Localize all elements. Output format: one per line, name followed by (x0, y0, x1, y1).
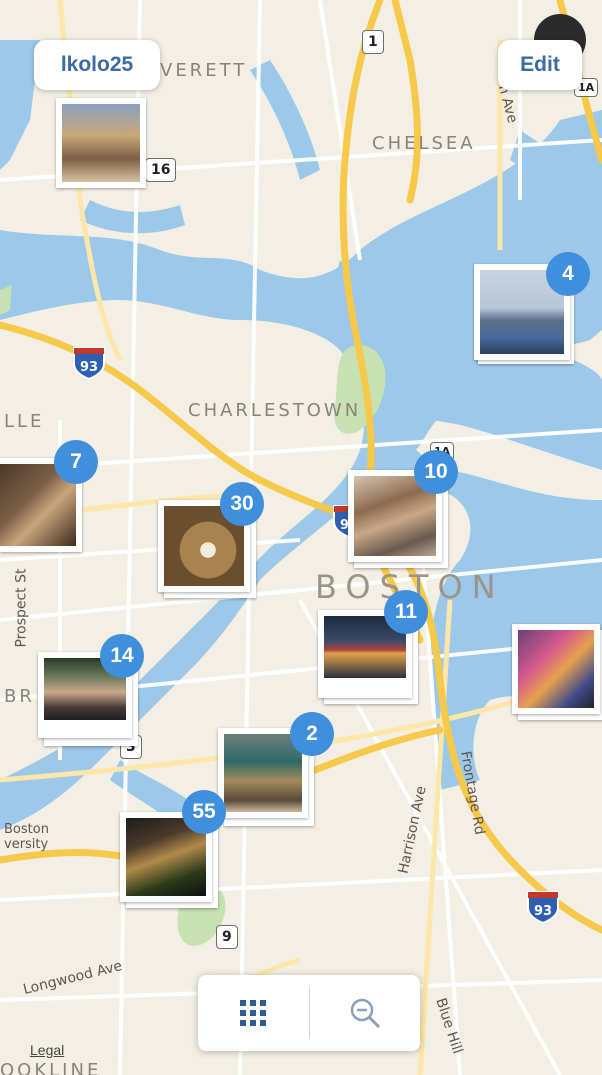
photo-cluster[interactable]: 14 (38, 630, 158, 750)
map-view[interactable]: VERETT CHELSEA CHARLESTOWN BOSTON LLE BR… (0, 0, 602, 1075)
route-1-shield: 1 (362, 30, 384, 54)
zoom-out-icon (350, 998, 381, 1029)
place-label-charlestown: CHARLESTOWN (188, 400, 362, 421)
cluster-count-badge: 14 (100, 634, 144, 678)
photo-cluster[interactable]: 4 (474, 252, 590, 370)
cluster-count-badge: 4 (546, 252, 590, 296)
photo-thumbnail (62, 104, 140, 182)
legal-link[interactable]: Legal (30, 1042, 64, 1058)
interstate-93-shield-bottom-icon: 93 (526, 890, 560, 925)
place-label-everett: VERETT (160, 60, 248, 81)
photo-cluster[interactable] (512, 606, 602, 726)
place-label-somerville-partial: LLE (4, 411, 45, 432)
cluster-count-badge: 30 (220, 482, 264, 526)
photo-cluster[interactable]: 11 (318, 590, 438, 710)
photo-cluster[interactable]: 7 (0, 440, 100, 560)
place-label-brookline-bottom: OOKLINE (0, 1060, 102, 1075)
place-label-brookline-partial: BR (4, 686, 35, 707)
place-label-chelsea: CHELSEA (372, 133, 476, 154)
photo-cluster[interactable] (56, 98, 148, 190)
zoom-out-button[interactable] (310, 975, 420, 1051)
photo-thumbnail (518, 630, 594, 708)
user-button[interactable]: lkolo25 (34, 40, 160, 90)
edit-button[interactable]: Edit (498, 40, 582, 90)
map-toolbar (198, 975, 420, 1051)
interstate-93-shield-icon: 93 (72, 346, 106, 381)
cluster-count-badge: 7 (54, 440, 98, 484)
cluster-count-badge: 11 (384, 590, 428, 634)
place-label-boston-university: Boston versity (4, 822, 49, 852)
route-9-shield: 9 (216, 925, 238, 949)
svg-text:93: 93 (80, 360, 98, 375)
route-16-shield: 16 (145, 158, 177, 182)
photo-cluster[interactable]: 55 (120, 790, 240, 910)
cluster-count-badge: 55 (182, 790, 226, 834)
cluster-count-badge: 2 (290, 712, 334, 756)
grid-icon (240, 1000, 266, 1026)
photo-cluster[interactable]: 10 (348, 450, 468, 570)
photo-cluster[interactable]: 30 (158, 482, 270, 602)
svg-text:93: 93 (534, 904, 552, 919)
street-label-prospect: Prospect St (13, 568, 30, 648)
cluster-count-badge: 10 (414, 450, 458, 494)
grid-view-button[interactable] (198, 975, 308, 1051)
